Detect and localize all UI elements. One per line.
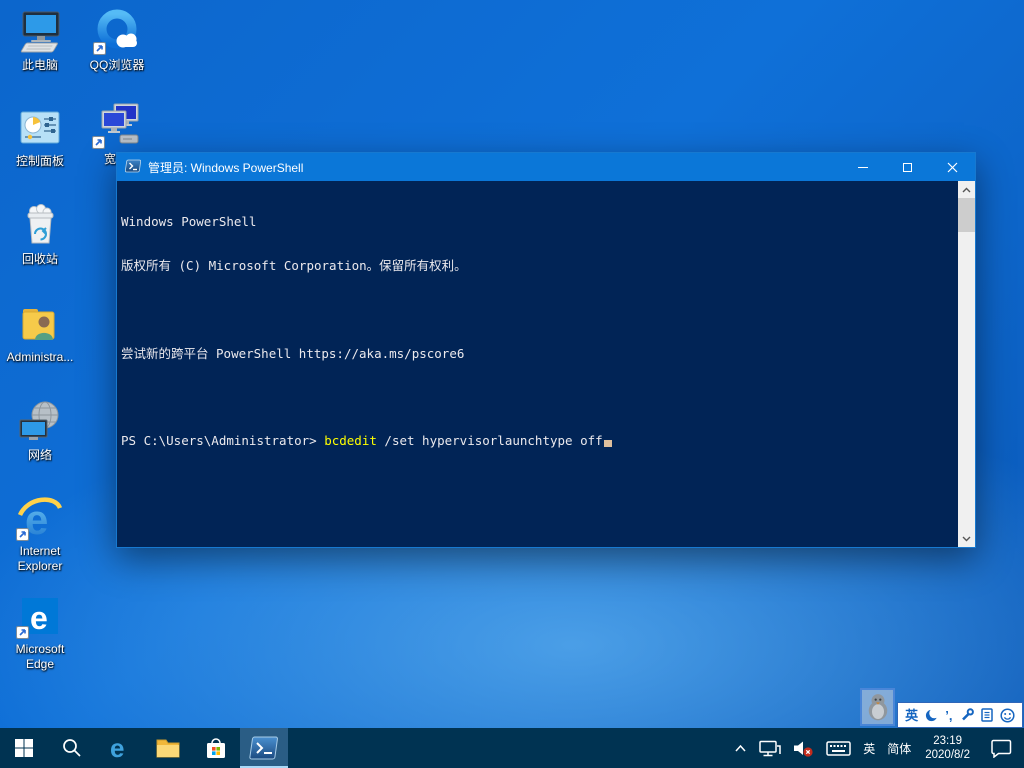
edge-icon: e	[107, 735, 133, 761]
store-icon	[203, 735, 229, 761]
emoji-icon[interactable]	[1000, 708, 1015, 723]
chevron-up-icon	[962, 187, 971, 193]
keyboard-icon	[826, 740, 851, 757]
desktop-icon-network[interactable]: 网络	[2, 398, 78, 463]
touch-keyboard-button[interactable]	[820, 728, 857, 768]
taskbar-powershell-button[interactable]	[240, 728, 288, 768]
console-line: 版权所有 (C) Microsoft Corporation。保留所有权利。	[121, 259, 958, 274]
shortcut-arrow-icon	[16, 626, 29, 639]
minimize-icon	[858, 167, 868, 168]
shortcut-arrow-icon	[93, 42, 106, 55]
speaker-muted-icon	[793, 740, 814, 757]
search-icon	[61, 737, 83, 759]
maximize-icon	[903, 163, 912, 172]
close-icon	[947, 162, 958, 173]
scroll-down-button[interactable]	[958, 530, 975, 547]
desktop-icon-microsoft-edge[interactable]: e Microsoft Edge	[2, 592, 78, 672]
command-args: /set hypervisorlaunchtype off	[377, 433, 603, 448]
this-pc-icon	[16, 8, 64, 56]
user-folder-icon	[16, 300, 64, 348]
desktop-icon-control-panel[interactable]: 控制面板	[2, 104, 78, 169]
prompt-line: PS C:\Users\Administrator> bcdedit /set …	[121, 434, 958, 449]
powershell-window: 管理员: Windows PowerShell Windows PowerShe…	[116, 152, 976, 548]
fullwidth-moon-icon[interactable]	[925, 709, 938, 722]
prompt-text: PS C:\Users\Administrator>	[121, 433, 324, 448]
powershell-icon	[249, 735, 279, 761]
qq-avatar[interactable]	[860, 688, 895, 726]
desktop-icon-label: 控制面板	[16, 154, 64, 169]
network-tray-icon[interactable]	[753, 728, 787, 768]
powershell-icon	[125, 159, 141, 176]
start-button[interactable]	[0, 728, 48, 768]
clock-time: 23:19	[925, 734, 970, 748]
microsoft-edge-icon: e	[16, 592, 64, 640]
shortcut-arrow-icon	[92, 136, 105, 149]
taskbar-store-button[interactable]	[192, 728, 240, 768]
console-line: 尝试新的跨平台 PowerShell https://aka.ms/pscore…	[121, 347, 958, 362]
ime-language-indicator[interactable]: 英	[857, 728, 881, 768]
chevron-down-icon	[962, 536, 971, 542]
punctuation-toggle[interactable]: ’,	[945, 709, 952, 722]
svg-text:e: e	[110, 735, 124, 761]
desktop-icon-label: Internet Explorer	[2, 544, 78, 574]
ime-toolbar: 英 ’,	[897, 702, 1023, 728]
desktop-icon-qq-browser[interactable]: QQ浏览器	[79, 8, 155, 73]
file-explorer-icon	[155, 735, 181, 761]
notification-bubble-icon	[990, 739, 1012, 758]
taskbar-file-explorer-button[interactable]	[144, 728, 192, 768]
windows-logo-icon	[13, 737, 35, 759]
command-text: bcdedit	[324, 433, 377, 448]
console-output[interactable]: Windows PowerShell 版权所有 (C) Microsoft Co…	[117, 181, 958, 547]
desktop-icon-label: QQ浏览器	[90, 58, 145, 73]
control-panel-icon	[16, 104, 64, 152]
hidden-icons-button[interactable]	[728, 728, 753, 768]
desktop-icon-label: 网络	[28, 448, 52, 463]
desktop-icon-recycle-bin[interactable]: 回收站	[2, 202, 78, 267]
wrench-icon[interactable]	[960, 708, 974, 722]
taskbar: e	[0, 728, 1024, 768]
chevron-up-icon	[734, 744, 747, 752]
network-icon	[759, 740, 781, 757]
maximize-button[interactable]	[885, 153, 930, 181]
minimize-button[interactable]	[840, 153, 885, 181]
desktop-icon-administrator[interactable]: Administra...	[2, 300, 78, 365]
qq-penguin-icon	[866, 692, 890, 722]
recycle-bin-icon	[16, 202, 64, 250]
window-titlebar[interactable]: 管理员: Windows PowerShell	[117, 153, 975, 181]
ime-language-toggle[interactable]: 英	[905, 709, 918, 722]
taskbar-empty-area[interactable]	[288, 728, 728, 768]
scrollbar[interactable]	[958, 181, 975, 547]
volume-tray-icon[interactable]	[787, 728, 820, 768]
window-title: 管理员: Windows PowerShell	[148, 159, 303, 176]
desktop-icon-internet-explorer[interactable]: e Internet Explorer	[2, 494, 78, 574]
scrollbar-thumb[interactable]	[958, 198, 975, 232]
desktop-icon-label: 回收站	[22, 252, 58, 267]
desktop[interactable]: 此电脑 QQ浏览器	[0, 0, 1024, 768]
svg-text:e: e	[30, 600, 48, 636]
console-line: Windows PowerShell	[121, 215, 958, 230]
taskbar-search-button[interactable]	[48, 728, 96, 768]
desktop-icon-label: 此电脑	[22, 58, 58, 73]
clipboard-icon[interactable]	[981, 708, 993, 722]
clock-date: 2020/8/2	[925, 748, 970, 762]
clock[interactable]: 23:19 2020/8/2	[917, 728, 978, 768]
qq-browser-icon	[93, 8, 141, 56]
action-center-button[interactable]	[978, 728, 1024, 768]
network-icon	[16, 398, 64, 446]
taskbar-edge-button[interactable]: e	[96, 728, 144, 768]
text-cursor	[604, 440, 612, 447]
scroll-up-button[interactable]	[958, 181, 975, 198]
desktop-icon-this-pc[interactable]: 此电脑	[2, 8, 78, 73]
desktop-icon-label: Microsoft Edge	[2, 642, 78, 672]
desktop-icon-label: Administra...	[7, 350, 74, 365]
broadband-icon	[92, 102, 140, 150]
internet-explorer-icon: e	[16, 494, 64, 542]
ime-locale-indicator[interactable]: 简体	[881, 728, 917, 768]
system-tray: 英 简体 23:19 2020/8/2	[728, 728, 1024, 768]
close-button[interactable]	[930, 153, 975, 181]
shortcut-arrow-icon	[16, 528, 29, 541]
